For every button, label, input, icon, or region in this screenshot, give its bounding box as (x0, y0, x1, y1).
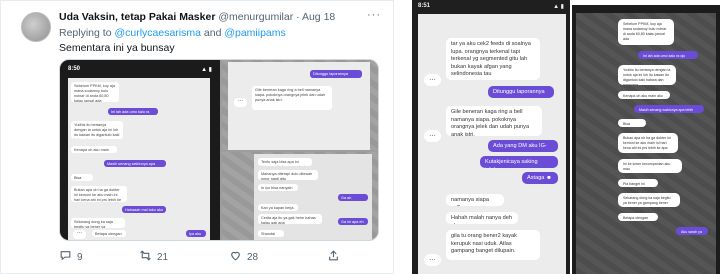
message-bubble: Sekarang dong ka saja begitu ya bener ya… (71, 218, 125, 228)
typing-dots-icon: ... (73, 229, 86, 239)
message-bubble: Betapa olengan (618, 213, 658, 221)
share-icon (327, 249, 340, 265)
reply-button[interactable]: 9 (59, 249, 83, 265)
message-bubble: Cerita aja itu ya gak hehe hahaa kalau g… (258, 214, 322, 224)
author-handle[interactable]: @menurgumilar (218, 11, 293, 23)
message-bubble: Bisa (71, 174, 93, 181)
avatar[interactable] (21, 12, 51, 42)
message-bubble: In iyo bisa nanyain (258, 184, 298, 191)
message-bubble: Masih senang waktunya apa lebih jadi (634, 105, 704, 113)
message-bubble: Ga ah nanyain (338, 194, 368, 201)
mention-joiner: and (200, 27, 225, 39)
message-bubble: Bisa (618, 119, 646, 127)
message-bubble: Betapa olengan (92, 230, 126, 237)
tweet-text: Sementara ini ya bunsay (59, 42, 175, 54)
status-icons: ▲ ▮ (201, 67, 212, 73)
chat-area: Sebelum PPKM, kuy aja mana sodamuy bulu … (68, 78, 210, 240)
mention-link-1[interactable]: @curlycaesarisma (114, 27, 201, 39)
message-bubble: Pia banget ini (618, 179, 658, 187)
chat-area: tar ya aku cek2 feeds di soalnya lupa. o… (418, 14, 566, 274)
more-options-icon[interactable]: ··· (367, 9, 381, 21)
message-bubble: Ini ke lower kecompanian aku mau (618, 159, 682, 173)
message-bubble: tar ya aku cek2 feeds di soalnya lupa. o… (446, 38, 540, 80)
message-bubble: Ditunggu laporannya (488, 86, 554, 98)
author-name[interactable]: Uda Vaksin, tetap Pakai Masker (59, 11, 215, 23)
retweet-icon (139, 249, 152, 265)
message-bubble: Yudhis itu bertanya dengan ia untuk aja … (71, 121, 123, 139)
message-bubble: Sebelum PPKM, kuy aja mana sodamuy bulu … (71, 82, 119, 102)
message-bubble: Kutakjenicaya saking jeleknya (480, 156, 558, 168)
message-bubble: Ditunggu laporannya (310, 70, 362, 78)
separator-dot: · (296, 11, 300, 23)
chat-area: Ditunggu laporannya Gile beneran kaga ri… (228, 62, 370, 150)
like-button[interactable]: 28 (229, 249, 258, 265)
message-bubble: Astaga ☻ (522, 172, 558, 184)
message-bubble: Kan ya kapan kerja (258, 204, 298, 211)
heart-icon (229, 249, 242, 265)
reply-count: 9 (77, 251, 83, 263)
message-bubble: Kenapa oh aku main aku apa? (71, 146, 117, 153)
mention-link-2[interactable]: @pamiipams (224, 27, 285, 39)
message-bubble: Shandal (258, 230, 284, 237)
message-bubble: Bukan apa oh ha ga dokter ini kemonl ke … (618, 133, 678, 153)
replying-prefix: Replying to (59, 27, 115, 39)
retweet-count: 21 (157, 251, 169, 263)
phone-screenshot-1: 8:51 ▲ ▮ tar ya aku cek2 feeds di soalny… (412, 0, 570, 274)
message-bubble: Hahaaah mal toko aku (122, 206, 166, 213)
message-bubble: Hahah malah nanya deh aku (446, 212, 518, 224)
chat-area: Tentu saja bisa apa ini katanya aku haru… (254, 154, 372, 240)
share-button[interactable] (327, 249, 340, 265)
message-text: Astaga (527, 175, 545, 181)
like-count: 28 (247, 251, 259, 263)
media-image-3[interactable]: Tentu saja bisa apa ini katanya aku haru… (222, 152, 378, 240)
message-bubble: Yudhis itu bertanya dengan ia untuk aja … (618, 65, 676, 85)
message-bubble: Mahanya diterapi dulu dilewah nmur nanti… (258, 170, 318, 180)
typing-dots-icon: ... (424, 254, 441, 266)
emoji-icon: ☻ (545, 175, 552, 181)
message-bubble: Ini lah ada umo kalo ra ojo (638, 51, 698, 59)
message-bubble: Ini lah ada umo kalo ra ojo (108, 108, 158, 115)
status-time: 8:50 (68, 66, 81, 72)
replying-to-line: Replying to @curlycaesarisma and @pamiip… (59, 27, 286, 39)
message-bubble: Tentu saja bisa apa ini katanya aku haru… (258, 158, 312, 166)
typing-dots-icon: ... (424, 74, 441, 86)
message-bubble: Ga ini apa eh (338, 218, 368, 225)
phone-screenshot-2: Sebelum PPKM, kuy aja mana sodamuy bulu … (572, 5, 720, 274)
tweet-date[interactable]: Aug 18 (302, 11, 335, 23)
message-bubble: Ada yang DM aku IG-nya (488, 140, 558, 152)
tweet-header: Uda Vaksin, tetap Pakai Masker @menurgum… (59, 11, 335, 23)
message-bubble: Sebelum PPKM, kuy aja mana sodamuy bulu … (618, 19, 674, 45)
message-bubble: Gile beneran kaga ring a bell namanya si… (446, 106, 542, 136)
media-image-1[interactable]: 8:50 ▲ ▮ Sebelum PPKM, kuy aja mana soda… (60, 60, 220, 240)
retweet-button[interactable]: 21 (139, 249, 168, 265)
message-bubble: Bukan apa oh ha ga dokter ini kemonl ke … (71, 186, 127, 202)
message-bubble: Kenapa oh aku main aku apa? (618, 91, 670, 99)
status-icons: ▲ ▮ (553, 4, 564, 10)
tweet-card[interactable]: Uda Vaksin, tetap Pakai Masker @menurgum… (0, 0, 394, 274)
message-bubble: namanya siapa ya? (446, 194, 504, 206)
chat-area: Sebelum PPKM, kuy aja mana sodamuy bulu … (576, 13, 716, 274)
message-bubble: Iya aku (186, 230, 206, 237)
status-time: 8:51 (418, 3, 431, 9)
media-image-2[interactable]: Ditunggu laporannya Gile beneran kaga ri… (222, 60, 378, 150)
typing-dots-icon: ... (424, 130, 441, 142)
message-bubble: Gile beneran kaga ring a bell namanya si… (252, 86, 332, 110)
reply-icon (59, 249, 72, 265)
message-bubble: Masih senang waktunya apa lebih jadi (104, 160, 166, 167)
message-bubble: Sekarang dong ka saja begitu ya bener ya… (618, 193, 680, 207)
tweet-actions: 9 21 28 (59, 249, 379, 265)
message-bubble: gila tu orang bener2 kayak kerupuk nasi … (446, 230, 540, 260)
message-bubble: Aku sarah ya (676, 227, 708, 235)
screenshot-root: Uda Vaksin, tetap Pakai Masker @menurgum… (0, 0, 720, 274)
typing-dots-icon: ... (234, 97, 247, 107)
tweet-media-grid[interactable]: 8:50 ▲ ▮ Sebelum PPKM, kuy aja mana soda… (59, 59, 379, 241)
